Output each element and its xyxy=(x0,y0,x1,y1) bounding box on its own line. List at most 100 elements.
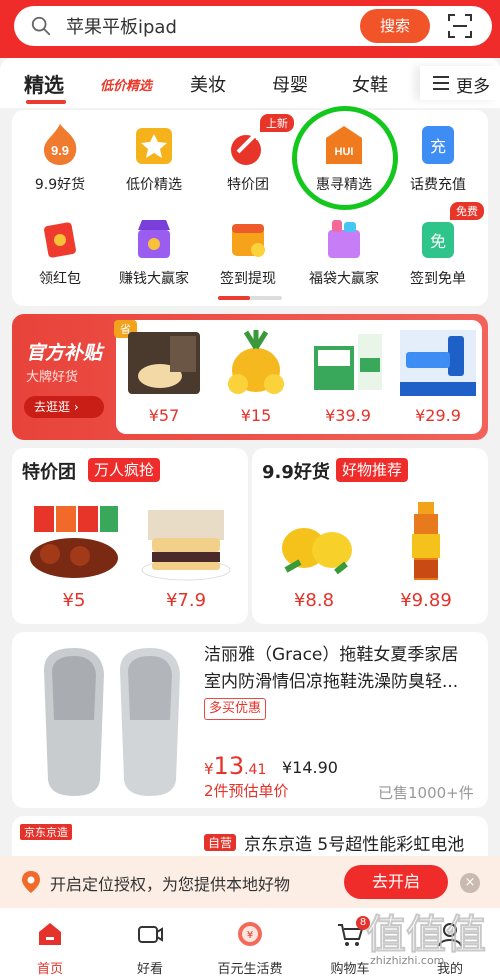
deal-item[interactable]: ¥9.89 xyxy=(374,496,478,616)
go-shopping-label: 去逛逛 xyxy=(34,400,71,414)
page-indicator-active xyxy=(218,296,250,300)
banner-subtitle: 大牌好货 xyxy=(26,370,79,385)
deal-title: 9.9好货 xyxy=(262,462,330,483)
grid-label: 9.9好货 xyxy=(34,177,86,193)
search-icon xyxy=(31,16,51,36)
tab-active-indicator xyxy=(26,100,66,104)
location-pin-icon xyxy=(22,871,40,893)
menu-icon xyxy=(433,76,449,90)
nav-label: 百元生活费 xyxy=(217,962,283,977)
category-tabs: 精选 低价精选 美妆 母婴 女鞋 更多 xyxy=(0,58,500,108)
grid-label: 签到提现 xyxy=(220,271,276,287)
svg-text:¥: ¥ xyxy=(247,930,253,941)
slippers-image xyxy=(44,648,180,796)
shortcut-grid: 9.9 9.9好货 低价精选 特价团 上新 HUI 惠寻精选 充 话费充值 领红… xyxy=(12,110,488,306)
product-title: 京东京造 5号超性能彩虹电池 xyxy=(244,835,465,855)
tab-featured[interactable]: 精选 xyxy=(24,69,64,98)
discount-tag: 多买优惠 xyxy=(204,698,267,720)
header: 苹果平板ipad 搜索 xyxy=(0,0,500,58)
deal-price: ¥9.89 xyxy=(400,590,452,611)
grid-item-lucky-bag[interactable]: 福袋大赢家 xyxy=(294,208,394,298)
deal-tag: 万人疯抢 xyxy=(88,458,161,482)
go-shopping-button[interactable]: 去逛逛 › xyxy=(24,396,104,418)
grid-item-low-price[interactable]: 低价精选 xyxy=(104,114,204,204)
sandwich-image xyxy=(141,510,231,581)
banner-product[interactable]: ¥29.9 xyxy=(394,324,482,430)
tab-baby[interactable]: 母婴 xyxy=(272,71,308,97)
grid-label: 低价精选 xyxy=(126,177,182,193)
deal-item[interactable]: ¥7.9 xyxy=(134,496,238,616)
grid-label: 赚钱大赢家 xyxy=(119,271,189,287)
product-card[interactable]: 洁丽雅（Grace）拖鞋女夏季家居室内防滑情侣凉拖鞋洗澡防臭轻... 多买优惠 … xyxy=(12,632,488,808)
home-icon xyxy=(39,923,61,945)
banner-product[interactable]: ¥15 xyxy=(212,324,300,430)
pineapple-image xyxy=(228,330,284,394)
more-tabs-button[interactable]: 更多 xyxy=(420,66,500,100)
nav-label: 首页 xyxy=(36,962,63,977)
new-badge: 上新 xyxy=(260,114,294,132)
free-icon: 免 xyxy=(422,222,454,258)
tab-women-shoes[interactable]: 女鞋 xyxy=(352,71,388,97)
coin-icon: ¥ xyxy=(238,922,262,946)
good-deal-card[interactable]: 9.9好货 好物推荐 ¥8.8 ¥9.89 xyxy=(252,448,488,624)
banner-title: 官方补贴 xyxy=(26,342,103,364)
search-input[interactable]: 苹果平板ipad 搜索 xyxy=(14,6,492,46)
enable-location-button[interactable]: 去开启 xyxy=(344,865,448,899)
grid-item-checkin-cash[interactable]: 签到提现 xyxy=(198,208,298,298)
grid-label: 福袋大赢家 xyxy=(309,271,379,287)
noodle-gift-box-image xyxy=(128,332,200,394)
product-title: 洁丽雅（Grace）拖鞋女夏季家居室内防滑情侣凉拖鞋洗澡防臭轻... xyxy=(204,645,459,692)
tab-beauty[interactable]: 美妆 xyxy=(190,71,226,97)
subsidy-banner[interactable]: 官方补贴 大牌好货 去逛逛 › 省 ¥57 ¥15 ¥39.9 ¥29.9 xyxy=(12,314,488,440)
search-query: 苹果平板ipad xyxy=(66,17,177,38)
iced-tea-bottle-image xyxy=(412,502,440,580)
tab-low-price[interactable]: 低价精选 xyxy=(100,75,152,94)
sold-count: 已售1000+件 xyxy=(378,784,474,802)
deal-tag: 好物推荐 xyxy=(336,458,409,482)
special-deal-card[interactable]: 特价团 万人疯抢 ¥5 ¥7.9 xyxy=(12,448,248,624)
deal-price: ¥5 xyxy=(62,590,86,611)
duck-neck-snack-image xyxy=(30,506,118,578)
deal-price: ¥7.9 xyxy=(165,590,207,611)
free-badge: 免费 xyxy=(450,202,484,220)
watermark-text: zhizhizhi.com xyxy=(370,954,445,967)
deal-item[interactable]: ¥5 xyxy=(22,496,126,616)
star-bag-icon xyxy=(136,128,172,164)
grid-label: 签到免单 xyxy=(410,271,466,287)
location-permission-bar: 开启定位授权，为您提供本地好物 去开启 × xyxy=(0,856,500,908)
svg-text:值值值: 值值值 xyxy=(366,912,486,958)
price-decimal: .41 xyxy=(244,762,267,778)
search-button[interactable]: 搜索 xyxy=(360,9,430,43)
grid-item-free-order[interactable]: 免 签到免单 免费 xyxy=(388,202,488,298)
video-icon xyxy=(138,926,163,943)
banner-product[interactable]: ¥39.9 xyxy=(304,324,392,430)
product-price: ¥57 xyxy=(148,406,180,425)
scan-icon[interactable] xyxy=(446,12,474,40)
product-price: ¥39.9 xyxy=(325,406,371,425)
gift-box-icon xyxy=(328,220,360,258)
grid-page-indicator xyxy=(218,296,282,300)
unit-price-note: 2件预估单价 xyxy=(204,782,289,800)
store-icon xyxy=(138,220,170,258)
grid-item-red-envelope[interactable]: 领红包 xyxy=(10,208,110,298)
phone-icon: 充 xyxy=(422,126,454,164)
price-currency: ¥ xyxy=(204,760,214,778)
highlight-circle xyxy=(292,106,398,210)
grid-label: 话费充值 xyxy=(410,177,466,193)
banner-products: 省 ¥57 ¥15 ¥39.9 ¥29.9 xyxy=(114,320,482,434)
location-prompt: 开启定位授权，为您提供本地好物 xyxy=(50,875,291,894)
grid-item-earn-money[interactable]: 赚钱大赢家 xyxy=(104,208,204,298)
grid-item-special-deal[interactable]: 特价团 上新 xyxy=(198,114,298,204)
product-price: ¥29.9 xyxy=(415,406,461,425)
nav-label: 好看 xyxy=(136,962,163,977)
product-price: ¥13.41 xyxy=(204,752,266,780)
close-icon[interactable]: × xyxy=(460,873,480,893)
grid-item-9.9[interactable]: 9.9 9.9好货 xyxy=(10,114,110,204)
grid-item-recharge[interactable]: 充 话费充值 xyxy=(388,114,488,204)
lemons-image xyxy=(282,528,352,575)
chevron-right-icon: › xyxy=(73,400,79,414)
red-envelope-icon xyxy=(44,222,76,258)
banner-product[interactable]: ¥57 xyxy=(120,324,208,430)
milk-cartons-image xyxy=(314,334,382,390)
deal-item[interactable]: ¥8.8 xyxy=(262,496,366,616)
